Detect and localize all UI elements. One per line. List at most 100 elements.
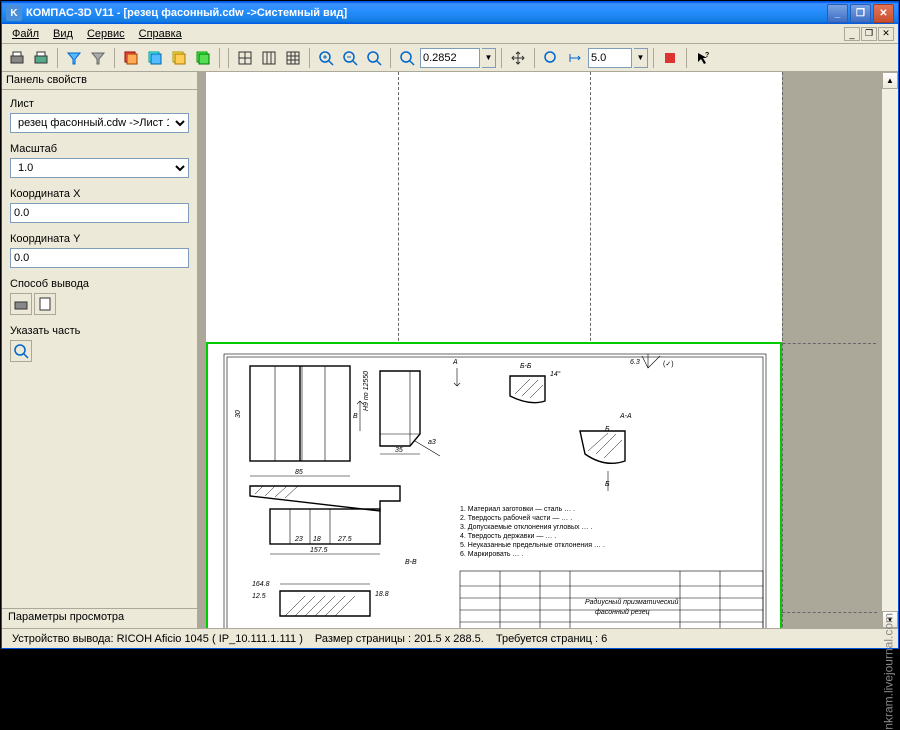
- coord-y-input[interactable]: [10, 248, 189, 268]
- svg-text:Б: Б: [605, 426, 610, 433]
- output-printer-icon[interactable]: [10, 293, 32, 315]
- close-button[interactable]: ✕: [873, 4, 894, 23]
- drawing-frame[interactable]: 30 В H9 по 12550 a3: [206, 342, 782, 628]
- pan-icon[interactable]: [507, 47, 529, 69]
- page-area: 30 В H9 по 12550 a3: [198, 72, 881, 628]
- layers-green-icon[interactable]: [192, 47, 214, 69]
- svg-text:27.5: 27.5: [337, 536, 352, 543]
- printer-button[interactable]: [30, 47, 52, 69]
- specify-zoom-icon[interactable]: [10, 340, 32, 362]
- properties-panel: Панель свойств Лист резец фасонный.cdw -…: [2, 72, 198, 628]
- list-select[interactable]: резец фасонный.cdw ->Лист 1: [10, 113, 189, 133]
- separator: [686, 48, 687, 68]
- canvas-area: 30 В H9 по 12550 a3: [198, 72, 898, 628]
- svg-text:?: ?: [705, 52, 709, 59]
- scale-label: Масштаб: [10, 143, 189, 155]
- separator: [390, 48, 391, 68]
- help-pointer-icon[interactable]: ?: [692, 47, 714, 69]
- menu-help[interactable]: Справка: [133, 26, 188, 42]
- zoom-out-icon[interactable]: [339, 47, 361, 69]
- mdi-close[interactable]: ✕: [878, 27, 894, 41]
- maximize-button[interactable]: ❐: [850, 4, 871, 23]
- scroll-track[interactable]: [882, 89, 898, 611]
- status-pagesize: Размер страницы : 201.5 x 288.5.: [309, 633, 490, 645]
- filter-off-icon[interactable]: [87, 47, 109, 69]
- step-combo[interactable]: [588, 48, 632, 68]
- scale-select[interactable]: 1.0: [10, 158, 189, 178]
- scroll-up-icon[interactable]: ▲: [882, 72, 898, 89]
- page-divider: [782, 72, 783, 628]
- svg-text:6. Маркировать … .: 6. Маркировать … .: [460, 551, 523, 558]
- svg-text:a3: a3: [428, 439, 436, 446]
- step-icon[interactable]: [564, 47, 586, 69]
- svg-text:5. Неуказанные предельные откл: 5. Неуказанные предельные отклонения … .: [460, 542, 605, 549]
- svg-text:4. Твердость державки — … .: 4. Твердость державки — … .: [460, 533, 556, 540]
- canvas-viewport[interactable]: 30 В H9 по 12550 a3: [198, 72, 881, 628]
- svg-text:3. Допускаемые отклонения угло: 3. Допускаемые отклонения угловых … .: [460, 524, 592, 531]
- menu-file[interactable]: Файл: [6, 26, 45, 42]
- grid3-icon[interactable]: [282, 47, 304, 69]
- zoom-page-icon[interactable]: [396, 47, 418, 69]
- panel-body: Лист резец фасонный.cdw ->Лист 1 Масштаб…: [2, 90, 197, 608]
- technical-drawing: 30 В H9 по 12550 a3: [210, 346, 780, 628]
- menubar: Файл Вид Сервис Справка _ ❐ ✕: [2, 24, 898, 44]
- separator: [228, 48, 229, 68]
- svg-text:18: 18: [313, 536, 321, 543]
- output-mode-label: Способ вывода: [10, 278, 189, 290]
- zoom-realtime-icon[interactable]: [540, 47, 562, 69]
- window-controls: _ ❐ ✕: [827, 4, 894, 23]
- svg-text:12.5: 12.5: [252, 593, 266, 600]
- zoom-in-icon[interactable]: [315, 47, 337, 69]
- titlebar: K КОМПАС-3D V11 - [резец фасонный.cdw ->…: [2, 2, 898, 24]
- svg-text:А-А: А-А: [619, 413, 632, 420]
- svg-text:85: 85: [295, 469, 303, 476]
- print-button[interactable]: [6, 47, 28, 69]
- separator: [534, 48, 535, 68]
- window-title: КОМПАС-3D V11 - [резец фасонный.cdw ->Си…: [26, 7, 827, 19]
- layers-yellow-icon[interactable]: [168, 47, 190, 69]
- menu-service[interactable]: Сервис: [81, 26, 131, 42]
- svg-text:35: 35: [395, 447, 403, 454]
- grid2-icon[interactable]: [258, 47, 280, 69]
- svg-text:14°: 14°: [550, 370, 561, 378]
- svg-text:6.3: 6.3: [630, 359, 640, 366]
- svg-text:1. Материал заготовки — сталь: 1. Материал заготовки — сталь … .: [460, 506, 575, 513]
- status-pages: Требуется страниц : 6: [490, 633, 613, 645]
- zoom-fit-icon[interactable]: [363, 47, 385, 69]
- separator: [653, 48, 654, 68]
- coord-x-input[interactable]: [10, 203, 189, 223]
- minimize-button[interactable]: _: [827, 4, 848, 23]
- statusbar: Устройство вывода: RICOH Aficio 1045 ( I…: [2, 628, 898, 648]
- menu-view[interactable]: Вид: [47, 26, 79, 42]
- app-icon: K: [6, 5, 22, 21]
- mdi-restore[interactable]: ❐: [861, 27, 877, 41]
- filter-on-icon[interactable]: [63, 47, 85, 69]
- svg-text:(✓): (✓): [663, 361, 674, 368]
- coord-x-label: Координата X: [10, 188, 189, 200]
- layers-cyan-icon[interactable]: [144, 47, 166, 69]
- app-window: K КОМПАС-3D V11 - [резец фасонный.cdw ->…: [1, 1, 899, 649]
- svg-text:Б: Б: [605, 481, 610, 488]
- separator: [114, 48, 115, 68]
- watermark: nkram.livejournal.com: [882, 613, 896, 730]
- page-divider: [782, 612, 877, 613]
- scrollbar-vertical[interactable]: ▲ ▼: [881, 72, 898, 628]
- separator: [219, 48, 220, 68]
- grid1-icon[interactable]: [234, 47, 256, 69]
- svg-text:H9 по 12550: H9 по 12550: [363, 371, 370, 411]
- layers-red-icon[interactable]: [120, 47, 142, 69]
- step-dropdown[interactable]: ▼: [634, 48, 648, 68]
- output-file-icon[interactable]: [34, 293, 56, 315]
- toolbar: ▼ ▼ ?: [2, 44, 898, 72]
- svg-text:30: 30: [235, 410, 242, 418]
- sidebar-tab[interactable]: Параметры просмотра: [2, 608, 197, 628]
- mdi-controls: _ ❐ ✕: [844, 27, 894, 41]
- svg-text:Б-Б: Б-Б: [520, 363, 532, 370]
- list-label: Лист: [10, 98, 189, 110]
- mdi-minimize[interactable]: _: [844, 27, 860, 41]
- specify-label: Указать часть: [10, 325, 189, 337]
- zoom-dropdown[interactable]: ▼: [482, 48, 496, 68]
- svg-text:В: В: [353, 413, 358, 420]
- stop-icon[interactable]: [659, 47, 681, 69]
- zoom-combo[interactable]: [420, 48, 480, 68]
